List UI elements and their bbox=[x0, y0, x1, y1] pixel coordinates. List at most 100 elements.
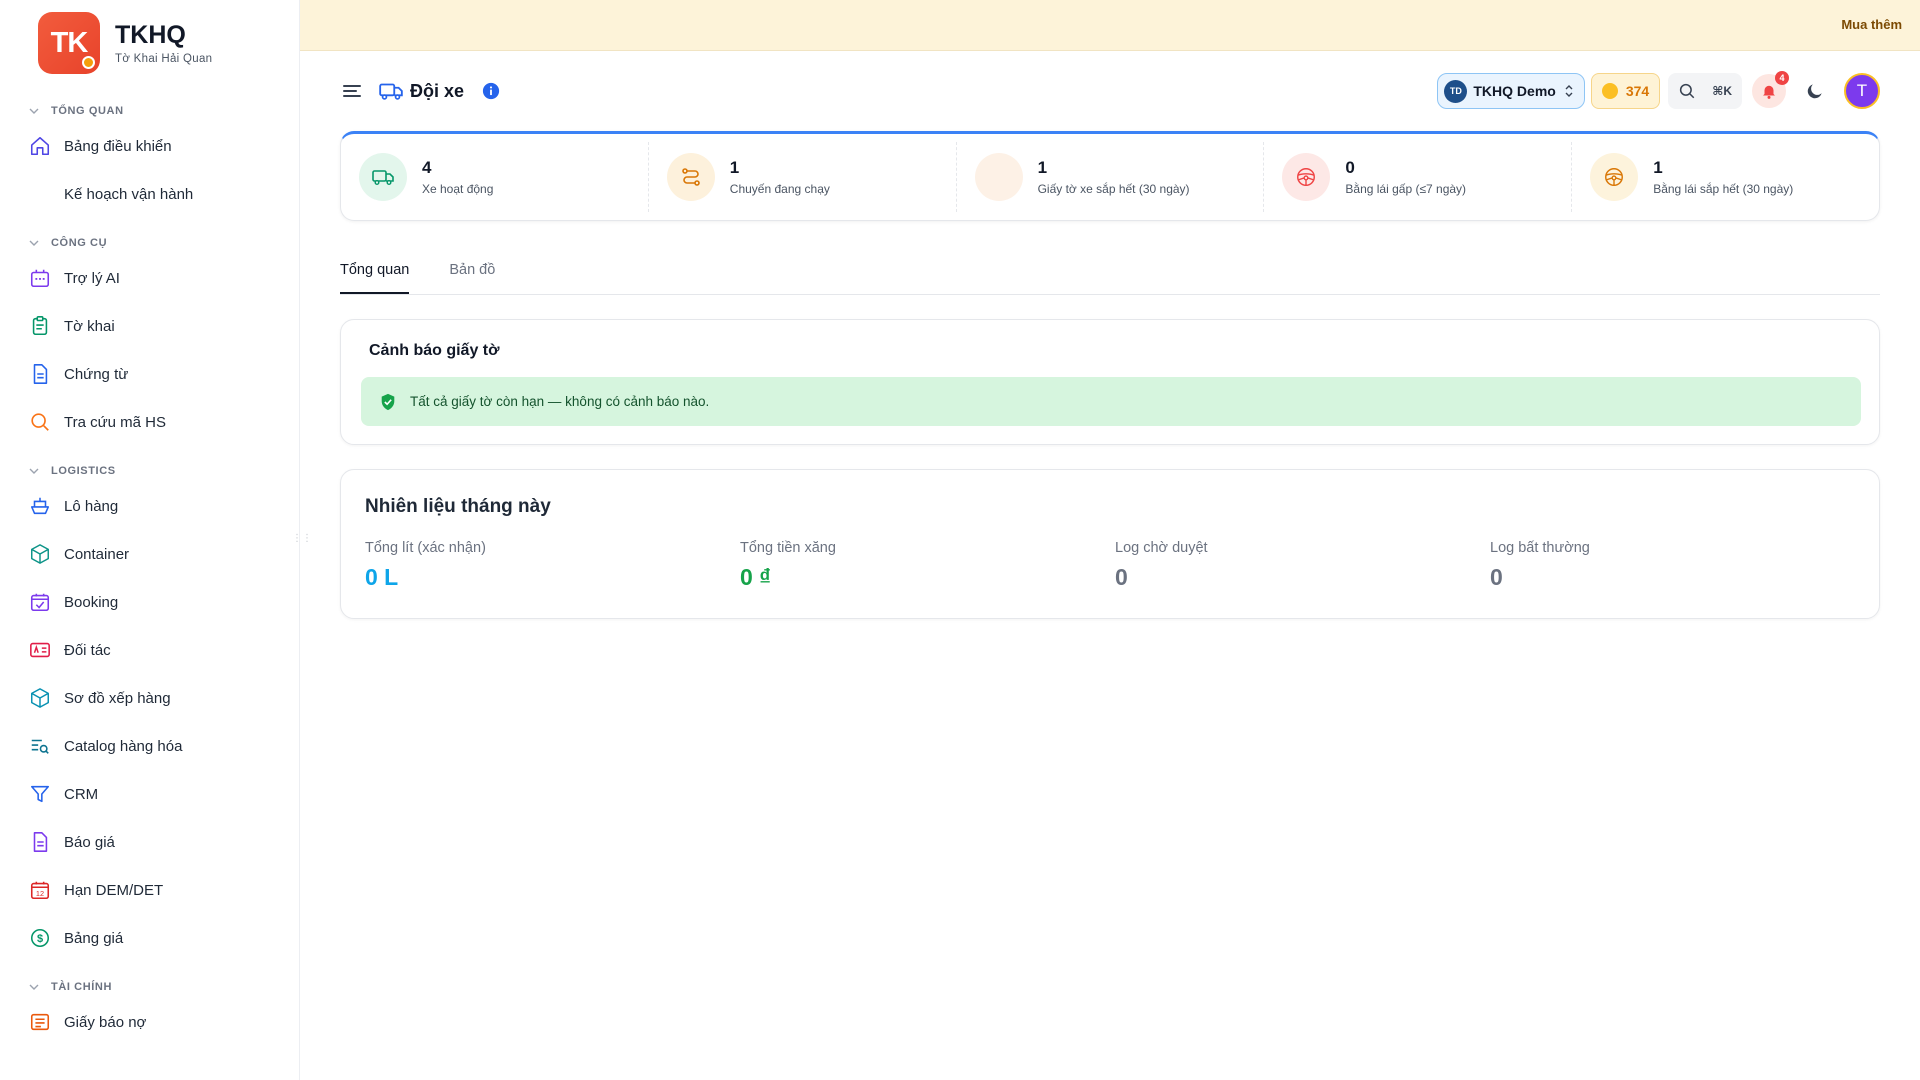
sidebar-item-quotes[interactable]: Báo giá bbox=[0, 818, 299, 866]
sidebar-item-label: Trợ lý AI bbox=[64, 269, 120, 287]
sidebar-item-documents[interactable]: Chứng từ bbox=[0, 350, 299, 398]
sidebar-item-label: Booking bbox=[64, 593, 119, 611]
organization-switcher[interactable]: TD TKHQ Demo bbox=[1437, 73, 1585, 109]
calendar-check-icon bbox=[29, 591, 51, 613]
sidebar-item-operations-plan[interactable]: Kế hoạch vận hành bbox=[0, 170, 299, 218]
sidebar-item-label: Kế hoạch vận hành bbox=[64, 185, 194, 203]
section-header-logistics[interactable]: LOGISTICS bbox=[0, 460, 299, 482]
truck-icon bbox=[359, 153, 407, 201]
stat-license-expiring[interactable]: 1 Bằng lái sắp hết (30 ngày) bbox=[1572, 142, 1879, 212]
stat-value: 4 bbox=[422, 158, 432, 177]
sidebar-item-booking[interactable]: Booking bbox=[0, 578, 299, 626]
stat-license-urgent[interactable]: 0 Bằng lái gấp (≤7 ngày) bbox=[1264, 142, 1573, 212]
steering-wheel-icon bbox=[1590, 153, 1639, 201]
truck-icon bbox=[379, 83, 403, 100]
sidebar-item-crm[interactable]: CRM bbox=[0, 770, 299, 818]
coin-count: 374 bbox=[1625, 83, 1650, 99]
clipboard-icon bbox=[29, 315, 51, 337]
coin-balance[interactable]: 374 bbox=[1590, 73, 1661, 109]
receipt-icon bbox=[29, 1011, 51, 1033]
org-avatar: TD bbox=[1444, 79, 1468, 103]
sidebar-item-ai-assistant[interactable]: Trợ lý AI bbox=[0, 254, 299, 302]
user-avatar[interactable]: T bbox=[1844, 73, 1880, 109]
chevron-down-icon bbox=[29, 984, 39, 990]
sidebar-nav: TỔNG QUAN Bảng điều khiển Kế hoạch vận h… bbox=[0, 100, 299, 1046]
info-icon[interactable] bbox=[482, 82, 500, 100]
notification-badge: 4 bbox=[1775, 71, 1789, 85]
sidebar-item-label: Giấy báo nợ bbox=[64, 1013, 147, 1031]
alert-text: Tất cả giấy tờ còn hạn — không có cảnh b… bbox=[410, 394, 710, 409]
stat-label: Chuyến đang chạy bbox=[729, 182, 830, 196]
sidebar-item-label: Bảng điều khiển bbox=[64, 137, 172, 155]
buy-more-link[interactable]: Mua thêm bbox=[1841, 17, 1902, 32]
sidebar-item-label: Container bbox=[64, 545, 130, 563]
sidebar-item-price-list[interactable]: $ Bảng giá bbox=[0, 914, 299, 962]
sidebar-item-load-plan[interactable]: Sơ đồ xếp hàng bbox=[0, 674, 299, 722]
home-icon bbox=[29, 135, 51, 157]
sidebar-item-goods-catalog[interactable]: Catalog hàng hóa bbox=[0, 722, 299, 770]
card-title: Cảnh báo giấy tờ bbox=[369, 342, 500, 359]
chevron-down-icon bbox=[29, 108, 39, 114]
sidebar-item-label: Bảng giá bbox=[64, 929, 124, 947]
page-header: Đội xe TD TKHQ Demo 374 ⌘K 4 T bbox=[340, 70, 1880, 112]
stat-value: 0 bbox=[1345, 158, 1355, 177]
sidebar-item-dem-det[interactable]: 12 Hạn DEM/DET bbox=[0, 866, 299, 914]
search-button[interactable]: ⌘K bbox=[1668, 73, 1742, 109]
cube-icon bbox=[29, 687, 51, 709]
sidebar-item-partners[interactable]: Đối tác bbox=[0, 626, 299, 674]
sidebar-item-label: Sơ đồ xếp hàng bbox=[64, 689, 171, 707]
notifications-button[interactable]: 4 bbox=[1752, 71, 1789, 108]
document-icon bbox=[29, 363, 51, 385]
sidebar: TK TKHQ Tờ Khai Hải Quan TỔNG QUAN Bảng … bbox=[0, 0, 300, 1080]
metric-label: Log bất thường bbox=[1490, 540, 1590, 556]
list-search-icon bbox=[29, 735, 51, 757]
dollar-circle-icon: $ bbox=[29, 927, 51, 949]
document-alert-icon bbox=[974, 153, 1023, 201]
moon-icon bbox=[1807, 84, 1822, 99]
tab-map[interactable]: Bản đồ bbox=[449, 254, 495, 294]
view-tabs: Tổng quan Bản đồ bbox=[340, 254, 1880, 295]
sidebar-item-dashboard[interactable]: Bảng điều khiển bbox=[0, 122, 299, 170]
chevron-down-icon bbox=[29, 240, 39, 246]
calendar-12-icon: 12 bbox=[29, 879, 51, 901]
stat-active-vehicles[interactable]: 4 Xe hoạt động bbox=[341, 142, 649, 212]
coin-icon bbox=[1601, 83, 1618, 99]
stat-label: Xe hoạt động bbox=[422, 182, 494, 196]
section-header-tools[interactable]: CÔNG CỤ bbox=[0, 232, 299, 254]
sidebar-item-label: Hạn DEM/DET bbox=[64, 881, 164, 899]
sidebar-item-declarations[interactable]: Tờ khai bbox=[0, 302, 299, 350]
sidebar-item-label: Tờ khai bbox=[64, 317, 115, 335]
sidebar-item-label: Báo giá bbox=[64, 833, 115, 851]
sidebar-item-container[interactable]: Container bbox=[0, 530, 299, 578]
metric-label: Tổng lít (xác nhận) bbox=[365, 540, 486, 556]
logo-initials: TK bbox=[50, 26, 89, 59]
sidebar-item-debit-notes[interactable]: Giấy báo nợ bbox=[0, 998, 299, 1046]
theme-toggle[interactable] bbox=[1798, 74, 1832, 108]
brand[interactable]: TK TKHQ Tờ Khai Hải Quan bbox=[38, 12, 212, 74]
document-alerts-card: Cảnh báo giấy tờ Tất cả giấy tờ còn hạn … bbox=[340, 319, 1880, 445]
sidebar-item-shipments[interactable]: Lô hàng bbox=[0, 482, 299, 530]
logo-dot bbox=[82, 56, 95, 69]
success-alert: Tất cả giấy tờ còn hạn — không có cảnh b… bbox=[361, 377, 1861, 426]
metric-value: 0 bbox=[1490, 564, 1503, 590]
stat-label: Bằng lái gấp (≤7 ngày) bbox=[1345, 182, 1467, 196]
sidebar-item-hs-lookup[interactable]: Tra cứu mã HS bbox=[0, 398, 299, 446]
metric-label: Tổng tiền xăng bbox=[740, 540, 836, 556]
svg-text:12: 12 bbox=[36, 889, 44, 898]
sidebar-resize-handle[interactable]: ⋮⋮ bbox=[292, 533, 312, 547]
fuel-metric-pending-logs: Log chờ duyệt 0 bbox=[1115, 540, 1490, 591]
search-icon bbox=[1680, 83, 1695, 99]
org-name: TKHQ Demo bbox=[1473, 83, 1556, 99]
bot-icon bbox=[29, 267, 51, 289]
tab-overview[interactable]: Tổng quan bbox=[340, 254, 410, 294]
metric-value: 0 ₫ bbox=[740, 564, 771, 590]
stat-vehicle-docs-expiring[interactable]: 1 Giấy tờ xe sắp hết (30 ngày) bbox=[957, 142, 1265, 212]
chevron-updown-icon bbox=[1565, 85, 1573, 97]
metric-value: 0 bbox=[1115, 564, 1128, 590]
stat-trips-running[interactable]: 1 Chuyến đang chạy bbox=[649, 142, 957, 212]
section-header-overview[interactable]: TỔNG QUAN bbox=[0, 100, 299, 122]
route-icon bbox=[666, 153, 715, 201]
section-header-finance[interactable]: TÀI CHÍNH bbox=[0, 976, 299, 998]
menu-toggle-icon[interactable] bbox=[340, 79, 364, 103]
metric-label: Log chờ duyệt bbox=[1115, 540, 1208, 556]
